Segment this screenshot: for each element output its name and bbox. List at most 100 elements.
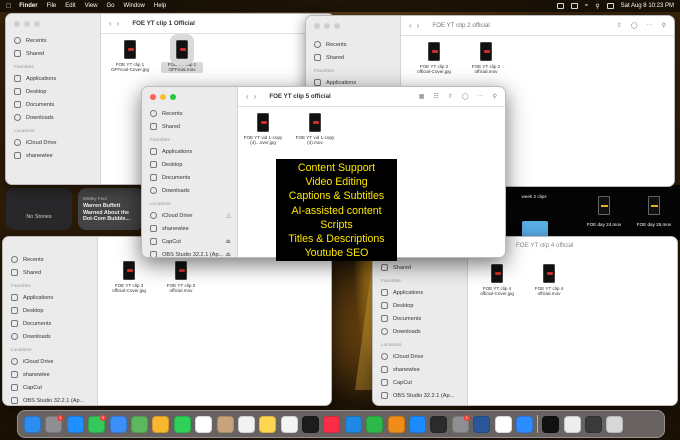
sidebar-item-user[interactable]: shanewlee: [3, 368, 97, 381]
tag-icon[interactable]: ◯: [462, 93, 469, 100]
pages-icon[interactable]: [387, 415, 405, 433]
screenshot-icon[interactable]: [585, 415, 603, 433]
system-preferences-icon[interactable]: 1: [451, 414, 470, 433]
file-item[interactable]: FOE YT clip 1 OFFicial-Cover.jpg: [109, 40, 151, 73]
mail-icon[interactable]: [109, 415, 127, 433]
sidebar-item-desktop[interactable]: Desktop: [3, 304, 97, 317]
menu-file[interactable]: File: [47, 3, 57, 9]
calendar-icon[interactable]: [195, 415, 213, 433]
file-item[interactable]: FOE YT clip 4 official.mov: [528, 264, 570, 297]
more-icon[interactable]: ···: [647, 22, 653, 29]
file-item[interactable]: FOE YT clip 3 official.mov: [160, 261, 202, 294]
safari-icon[interactable]: [66, 415, 84, 433]
eject-icon[interactable]: ⏏: [225, 238, 231, 245]
news-widget[interactable]: Motley Fool Warren Buffett Warned About …: [78, 188, 144, 230]
sidebar-item-icloud[interactable]: iCloud Drive: [373, 350, 467, 363]
file-item[interactable]: FOE YT vid 1-copy (4).mov: [294, 113, 336, 146]
sidebar-item-obs[interactable]: OBS Studio 32.2.1 (Ap... ⏏: [142, 248, 237, 257]
window-controls[interactable]: [14, 21, 40, 27]
sidebar-item-downloads[interactable]: Downloads: [142, 184, 237, 197]
share-icon[interactable]: ⇧: [617, 22, 622, 29]
sidebar-item-applications[interactable]: Applications: [142, 145, 237, 158]
window-controls[interactable]: [150, 94, 176, 100]
desktop-file-day25-label[interactable]: FOE day 25.mov: [632, 222, 676, 227]
finder-window-clip3[interactable]: Recents Shared Favorites Applications De…: [2, 236, 332, 406]
wifi-icon[interactable]: ≈: [585, 3, 588, 9]
maps-icon[interactable]: [130, 415, 148, 433]
contacts-icon[interactable]: [216, 415, 234, 433]
settings-icon[interactable]: 1: [45, 414, 64, 433]
eject-icon[interactable]: ⏏: [225, 251, 231, 257]
file-item[interactable]: FOE YT vid 1-copy (4)...over.jpg: [242, 113, 284, 146]
sidebar-item-shared[interactable]: Shared: [6, 47, 100, 60]
capcut-icon[interactable]: [542, 415, 560, 433]
minimize-button[interactable]: [160, 94, 166, 100]
sidebar-item-downloads[interactable]: Downloads: [6, 111, 100, 124]
app-store-icon[interactable]: [409, 415, 427, 433]
music-icon[interactable]: [323, 415, 341, 433]
sidebar-item-downloads[interactable]: Downloads: [3, 330, 97, 343]
close-button[interactable]: [150, 94, 156, 100]
sidebar-item-desktop[interactable]: Desktop: [373, 299, 467, 312]
numbers-icon[interactable]: [366, 415, 384, 433]
file-item-selected[interactable]: FOE YT clip 1 OFFicial.mov: [161, 34, 203, 73]
back-forward-icon[interactable]: ‹›: [109, 19, 124, 28]
screen-record-icon[interactable]: [556, 3, 564, 9]
sidebar-item-documents[interactable]: Documents: [373, 312, 467, 325]
sidebar-item-documents[interactable]: Documents: [6, 98, 100, 111]
chrome-icon[interactable]: [494, 415, 512, 433]
reminders-icon[interactable]: [237, 415, 255, 433]
sidebar-item-shared[interactable]: Shared: [306, 51, 400, 64]
battery-icon[interactable]: [570, 3, 578, 9]
messages-icon[interactable]: 9: [88, 414, 107, 433]
photos-icon[interactable]: [152, 415, 170, 433]
file-item[interactable]: FOE YT clip 4 official-Cover.jpg: [476, 264, 518, 297]
zoom-icon[interactable]: [515, 415, 533, 433]
sidebar-item-recents[interactable]: Recents: [3, 253, 97, 266]
menu-help[interactable]: Help: [154, 3, 166, 9]
share-icon[interactable]: ⇧: [448, 93, 453, 100]
sidebar-item-user[interactable]: shanewlee: [6, 149, 100, 162]
back-forward-icon[interactable]: ‹›: [246, 92, 261, 101]
sidebar-item-obs[interactable]: OBS Studio 32.2.1 (Ap...: [3, 394, 97, 405]
sidebar-item-applications[interactable]: Applications: [3, 291, 97, 304]
sidebar-item-capcut[interactable]: CapCut: [3, 381, 97, 394]
sidebar-item-capcut[interactable]: CapCut: [373, 376, 467, 389]
facetime-icon[interactable]: [173, 415, 191, 433]
tv-icon[interactable]: [302, 415, 320, 433]
file-item[interactable]: FOE YT clip 2 official-Cover.jpg: [413, 42, 455, 75]
finder-window-clip4[interactable]: Shared Favorites Applications Desktop Do…: [372, 236, 678, 406]
sidebar-item-desktop[interactable]: Desktop: [6, 85, 100, 98]
sidebar-item-applications[interactable]: Applications: [373, 286, 467, 299]
sidebar-item-shared[interactable]: Shared: [142, 120, 237, 133]
file-item[interactable]: FOE YT clip 3 official-Cover.jpg: [108, 261, 150, 294]
back-forward-icon[interactable]: ‹›: [409, 21, 424, 30]
group-icon[interactable]: ☷: [433, 93, 438, 100]
apple-icon[interactable]: : [6, 3, 11, 10]
more-icon[interactable]: ···: [478, 93, 484, 100]
sidebar-item-documents[interactable]: Documents: [142, 171, 237, 184]
sidebar-item-documents[interactable]: Documents: [3, 317, 97, 330]
sidebar-item-obs[interactable]: OBS Studio 32.2.1 (Ap...: [373, 389, 467, 402]
menu-go[interactable]: Go: [107, 3, 115, 9]
window-controls[interactable]: [314, 23, 340, 29]
desktop-file-day25-icon[interactable]: [648, 196, 660, 215]
desktop-file-day24-label[interactable]: FOE day 24.mov: [582, 222, 626, 227]
sidebar-item-user[interactable]: shanewlee: [142, 222, 237, 235]
notes-icon[interactable]: [259, 415, 277, 433]
menu-window[interactable]: Window: [124, 3, 145, 9]
stories-widget[interactable]: No Stories: [6, 188, 72, 230]
preview-icon[interactable]: [563, 415, 581, 433]
sidebar-item-applications[interactable]: Applications: [6, 72, 100, 85]
sidebar-item-shared[interactable]: Shared: [3, 266, 97, 279]
final-cut-icon[interactable]: [430, 415, 448, 433]
zoom-button[interactable]: [170, 94, 176, 100]
finder-icon[interactable]: [24, 415, 41, 433]
clock[interactable]: Sat Aug 8 10:23 PM: [621, 3, 674, 9]
sidebar-item-downloads[interactable]: Downloads: [373, 325, 467, 338]
desktop-file-day24-icon[interactable]: [598, 196, 610, 215]
search-icon[interactable]: ⚲: [493, 93, 497, 100]
sidebar-item-capcut[interactable]: CapCut ⏏: [142, 235, 237, 248]
view-options-icon[interactable]: ▦: [419, 93, 425, 100]
file-item[interactable]: FOE YT clip 2 official.mov: [465, 42, 507, 75]
